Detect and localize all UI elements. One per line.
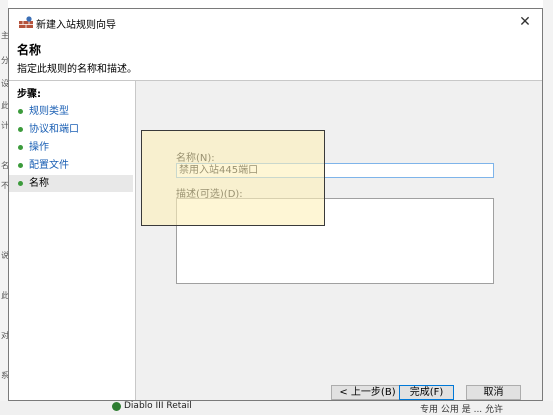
new-inbound-rule-wizard: 新建入站规则向导 ✕ 名称 指定此规则的名称和描述。 步骤: 规则类型 协议和端… — [8, 8, 543, 401]
step-bullet-icon — [18, 109, 23, 114]
step-profile[interactable]: 配置文件 — [9, 157, 133, 174]
background-app-label: Diablo III Retail — [124, 401, 192, 411]
step-label: 规则类型 — [29, 106, 69, 117]
back-button[interactable]: < 上一步(B) — [331, 385, 404, 400]
step-bullet-icon — [18, 145, 23, 150]
step-label: 名称 — [29, 178, 49, 189]
step-label: 协议和端口 — [29, 124, 79, 135]
background-columns-text: 专用 公用 是 ... 允许 — [420, 405, 504, 415]
step-action[interactable]: 操作 — [9, 139, 133, 156]
background-window-right — [543, 0, 553, 415]
step-bullet-icon — [18, 163, 23, 168]
page-title: 名称 — [17, 43, 42, 57]
background-app-row: Diablo III Retail — [112, 401, 192, 411]
title-bar[interactable]: 新建入站规则向导 ✕ — [9, 9, 542, 36]
description-textarea[interactable] — [176, 198, 494, 284]
step-label: 操作 — [29, 142, 49, 153]
step-protocol-and-ports[interactable]: 协议和端口 — [9, 121, 133, 138]
step-name[interactable]: 名称 — [9, 175, 133, 192]
firewall-icon — [19, 16, 33, 28]
name-input[interactable]: 禁用入站445端口 — [176, 163, 494, 178]
step-bullet-icon — [18, 181, 23, 186]
cancel-button[interactable]: 取消 — [466, 385, 521, 400]
steps-title: 步骤: — [17, 89, 41, 100]
wizard-header: 名称 指定此规则的名称和描述。 — [9, 36, 542, 81]
step-bullet-icon — [18, 127, 23, 132]
name-label: 名称(N): — [176, 153, 215, 164]
app-icon — [112, 401, 121, 411]
step-rule-type[interactable]: 规则类型 — [9, 103, 133, 120]
window-title: 新建入站规则向导 — [36, 20, 116, 31]
steps-panel: 步骤: 规则类型 协议和端口 操作 配置文件 名称 — [9, 81, 136, 400]
finish-button[interactable]: 完成(F) — [399, 385, 454, 400]
content-panel: 名称(N): 禁用入站445端口 描述(可选)(D): < 上一步(B) 完成(… — [136, 81, 542, 400]
close-button[interactable]: ✕ — [514, 12, 536, 32]
step-label: 配置文件 — [29, 160, 69, 171]
page-description: 指定此规则的名称和描述。 — [17, 64, 137, 75]
